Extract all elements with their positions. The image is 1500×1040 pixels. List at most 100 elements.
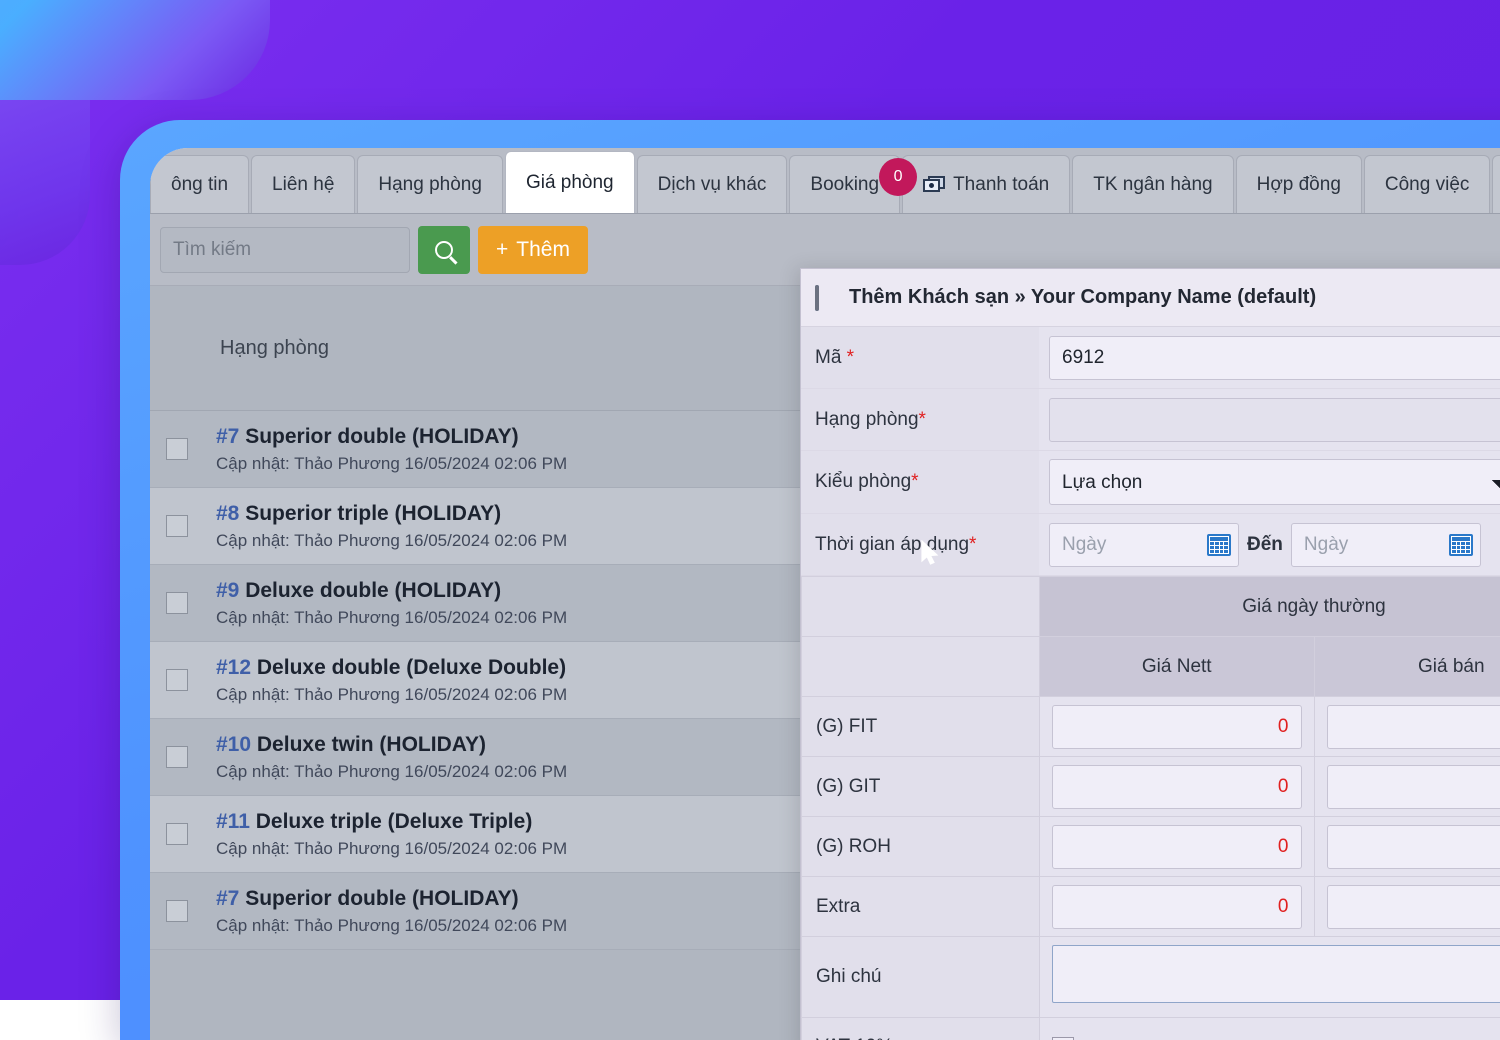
field-row-hangphong: Hạng phòng * <box>801 389 1500 451</box>
list-item[interactable]: #9 Deluxe double (HOLIDAY) Cập nhật: Thảo… <box>150 565 850 642</box>
row-meta: Cập nhật: Thảo Phương 16/05/2024 02:06 P… <box>216 761 567 782</box>
price-row: (G) ROH <box>802 817 1500 877</box>
price-table: Giá ngày thường Giá Nett Giá bán (G) FIT… <box>801 576 1500 1040</box>
date-from-wrap <box>1049 523 1239 567</box>
tab-tk-ngân-hàng[interactable]: TK ngân hàng <box>1072 155 1233 213</box>
row-meta: Cập nhật: Thảo Phương 16/05/2024 02:06 P… <box>216 915 567 936</box>
tab-hợp-đồng[interactable]: Hợp đồng <box>1236 155 1362 213</box>
tab-label: ông tin <box>171 174 228 196</box>
calendar-icon[interactable] <box>1449 534 1473 556</box>
payment-icon <box>923 176 945 194</box>
required-marker: * <box>911 471 918 493</box>
price-nett-input[interactable] <box>1052 885 1302 929</box>
row-id: #11 <box>216 810 250 833</box>
tab-dịch-vụ-khác[interactable]: Dịch vụ khác <box>637 155 788 213</box>
price-row-label: (G) ROH <box>802 817 1040 877</box>
tab-label: Hợp đồng <box>1257 174 1341 196</box>
row-checkbox[interactable] <box>166 669 188 691</box>
tab-giá-phòng[interactable]: Giá phòng <box>505 151 635 213</box>
list-item[interactable]: #12 Deluxe double (Deluxe Double) Cập nhậ… <box>150 642 850 719</box>
calendar-icon[interactable] <box>1207 534 1231 556</box>
row-id: #8 <box>216 502 239 525</box>
row-meta: Cập nhật: Thảo Phương 16/05/2024 02:06 P… <box>216 838 567 859</box>
row-checkbox[interactable] <box>166 592 188 614</box>
tab-label: Liên hệ <box>272 174 334 196</box>
price-table-group-header-row: Giá ngày thường <box>802 577 1500 637</box>
tab-label: Thanh toán <box>953 174 1049 196</box>
hangphong-input[interactable] <box>1049 398 1500 442</box>
price-table-corner2 <box>802 637 1040 697</box>
list-item[interactable]: #10 Deluxe twin (HOLIDAY) Cập nhật: Thảo … <box>150 719 850 796</box>
vat-checkbox[interactable] <box>1052 1037 1074 1040</box>
row-id: #10 <box>216 733 251 756</box>
row-id: #9 <box>216 579 239 602</box>
price-row: (G) FIT <box>802 697 1500 757</box>
row-meta: Cập nhật: Thảo Phương 16/05/2024 02:06 P… <box>216 607 567 628</box>
tab-công-việc[interactable]: Công việc <box>1364 155 1491 213</box>
label-vat: VAT 10% i <box>802 1018 1040 1040</box>
tab-liên-hệ[interactable]: Liên hệ <box>251 155 355 213</box>
row-checkbox[interactable] <box>166 438 188 460</box>
add-button[interactable]: + Thêm <box>478 226 588 274</box>
row-name: Deluxe double (HOLIDAY) <box>245 579 501 602</box>
search-button[interactable] <box>418 226 470 274</box>
list-item[interactable]: #8 Superior triple (HOLIDAY) Cập nhật: Th… <box>150 488 850 565</box>
row-checkbox[interactable] <box>166 746 188 768</box>
field-row-ma: Mã * <box>801 327 1500 389</box>
row-id: #12 <box>216 656 251 679</box>
plus-icon: + <box>496 238 508 262</box>
price-ban-input[interactable] <box>1327 885 1500 929</box>
list-item[interactable]: #7 Superior double (HOLIDAY)Cập nhật: Th… <box>150 873 850 950</box>
row-checkbox[interactable] <box>166 515 188 537</box>
row-name: Superior triple (HOLIDAY) <box>245 502 501 525</box>
col-header-nett: Giá Nett <box>1040 637 1315 697</box>
price-nett-input[interactable] <box>1052 765 1302 809</box>
tab-label: Hạng phòng <box>378 174 482 196</box>
row-title: #12 Deluxe double (Deluxe Double) <box>216 655 567 681</box>
row-meta: Cập nhật: Thảo Phương 16/05/2024 02:06 P… <box>216 530 567 551</box>
search-input[interactable] <box>160 227 410 273</box>
label-ghichu: Ghi chú <box>802 937 1040 1018</box>
list-column-header: Hạng phòng <box>150 286 850 411</box>
tab-hạng-phòng[interactable]: Hạng phòng <box>357 155 503 213</box>
label-kieuphong: Kiểu phòng * <box>801 451 1039 513</box>
required-marker: * <box>841 347 854 369</box>
row-meta: Cập nhật: Thảo Phương 16/05/2024 02:06 P… <box>216 684 567 705</box>
price-ban-input[interactable] <box>1327 825 1500 869</box>
price-row: (G) GIT <box>802 757 1500 817</box>
list-item[interactable]: #11 Deluxe triple (Deluxe Triple) Cập nhậ… <box>150 796 850 873</box>
list-item[interactable]: #7 Superior double (HOLIDAY)Cập nhật: Th… <box>150 411 850 488</box>
row-checkbox[interactable] <box>166 900 188 922</box>
price-ban-input[interactable] <box>1327 765 1500 809</box>
tab-booking[interactable]: Booking0 <box>789 155 900 213</box>
row-checkbox[interactable] <box>166 823 188 845</box>
price-ban-input[interactable] <box>1327 705 1500 749</box>
row-title: #10 Deluxe twin (HOLIDAY) <box>216 732 567 758</box>
monitor-icon <box>815 287 839 309</box>
row-name: Deluxe triple (Deluxe Triple) <box>256 810 533 833</box>
add-hotel-price-dialog: Thêm Khách sạn » Your Company Name (defa… <box>800 268 1500 1040</box>
tab-thanh-toán[interactable]: Thanh toán <box>902 155 1070 213</box>
price-nett-input[interactable] <box>1052 705 1302 749</box>
price-nett-input[interactable] <box>1052 825 1302 869</box>
kieuphong-select[interactable]: Lựa chọn <box>1049 459 1500 505</box>
tab-lịch[interactable]: Lịch <box>1492 155 1500 213</box>
add-button-label: Thêm <box>516 238 570 262</box>
tab-bar: ông tin Liên hệ Hạng phòng Giá phòng Dịch vụ… <box>150 148 1500 214</box>
tab-ông-tin[interactable]: ông tin <box>150 155 249 213</box>
tab-label: Giá phòng <box>526 172 614 194</box>
row-title: #7 Superior double (HOLIDAY) <box>216 424 567 450</box>
ghichu-textarea[interactable] <box>1052 945 1500 1003</box>
row-name: Superior double (HOLIDAY) <box>245 887 518 910</box>
tab-label: Dịch vụ khác <box>658 174 767 196</box>
ma-input[interactable] <box>1049 336 1500 380</box>
row-name: Deluxe double (Deluxe Double) <box>257 656 566 679</box>
dialog-title-bar: Thêm Khách sạn » Your Company Name (defa… <box>801 269 1500 327</box>
device-frame: ông tin Liên hệ Hạng phòng Giá phòng Dịch vụ… <box>120 120 1500 1040</box>
col-header-ban: Giá bán <box>1314 637 1500 697</box>
dialog-title: Thêm Khách sạn » Your Company Name (defa… <box>849 286 1316 309</box>
decorative-shape-mid-right <box>0 100 90 265</box>
tab-label: Công việc <box>1385 174 1470 196</box>
price-table-corner <box>802 577 1040 637</box>
price-table-column-header-row: Giá Nett Giá bán <box>802 637 1500 697</box>
